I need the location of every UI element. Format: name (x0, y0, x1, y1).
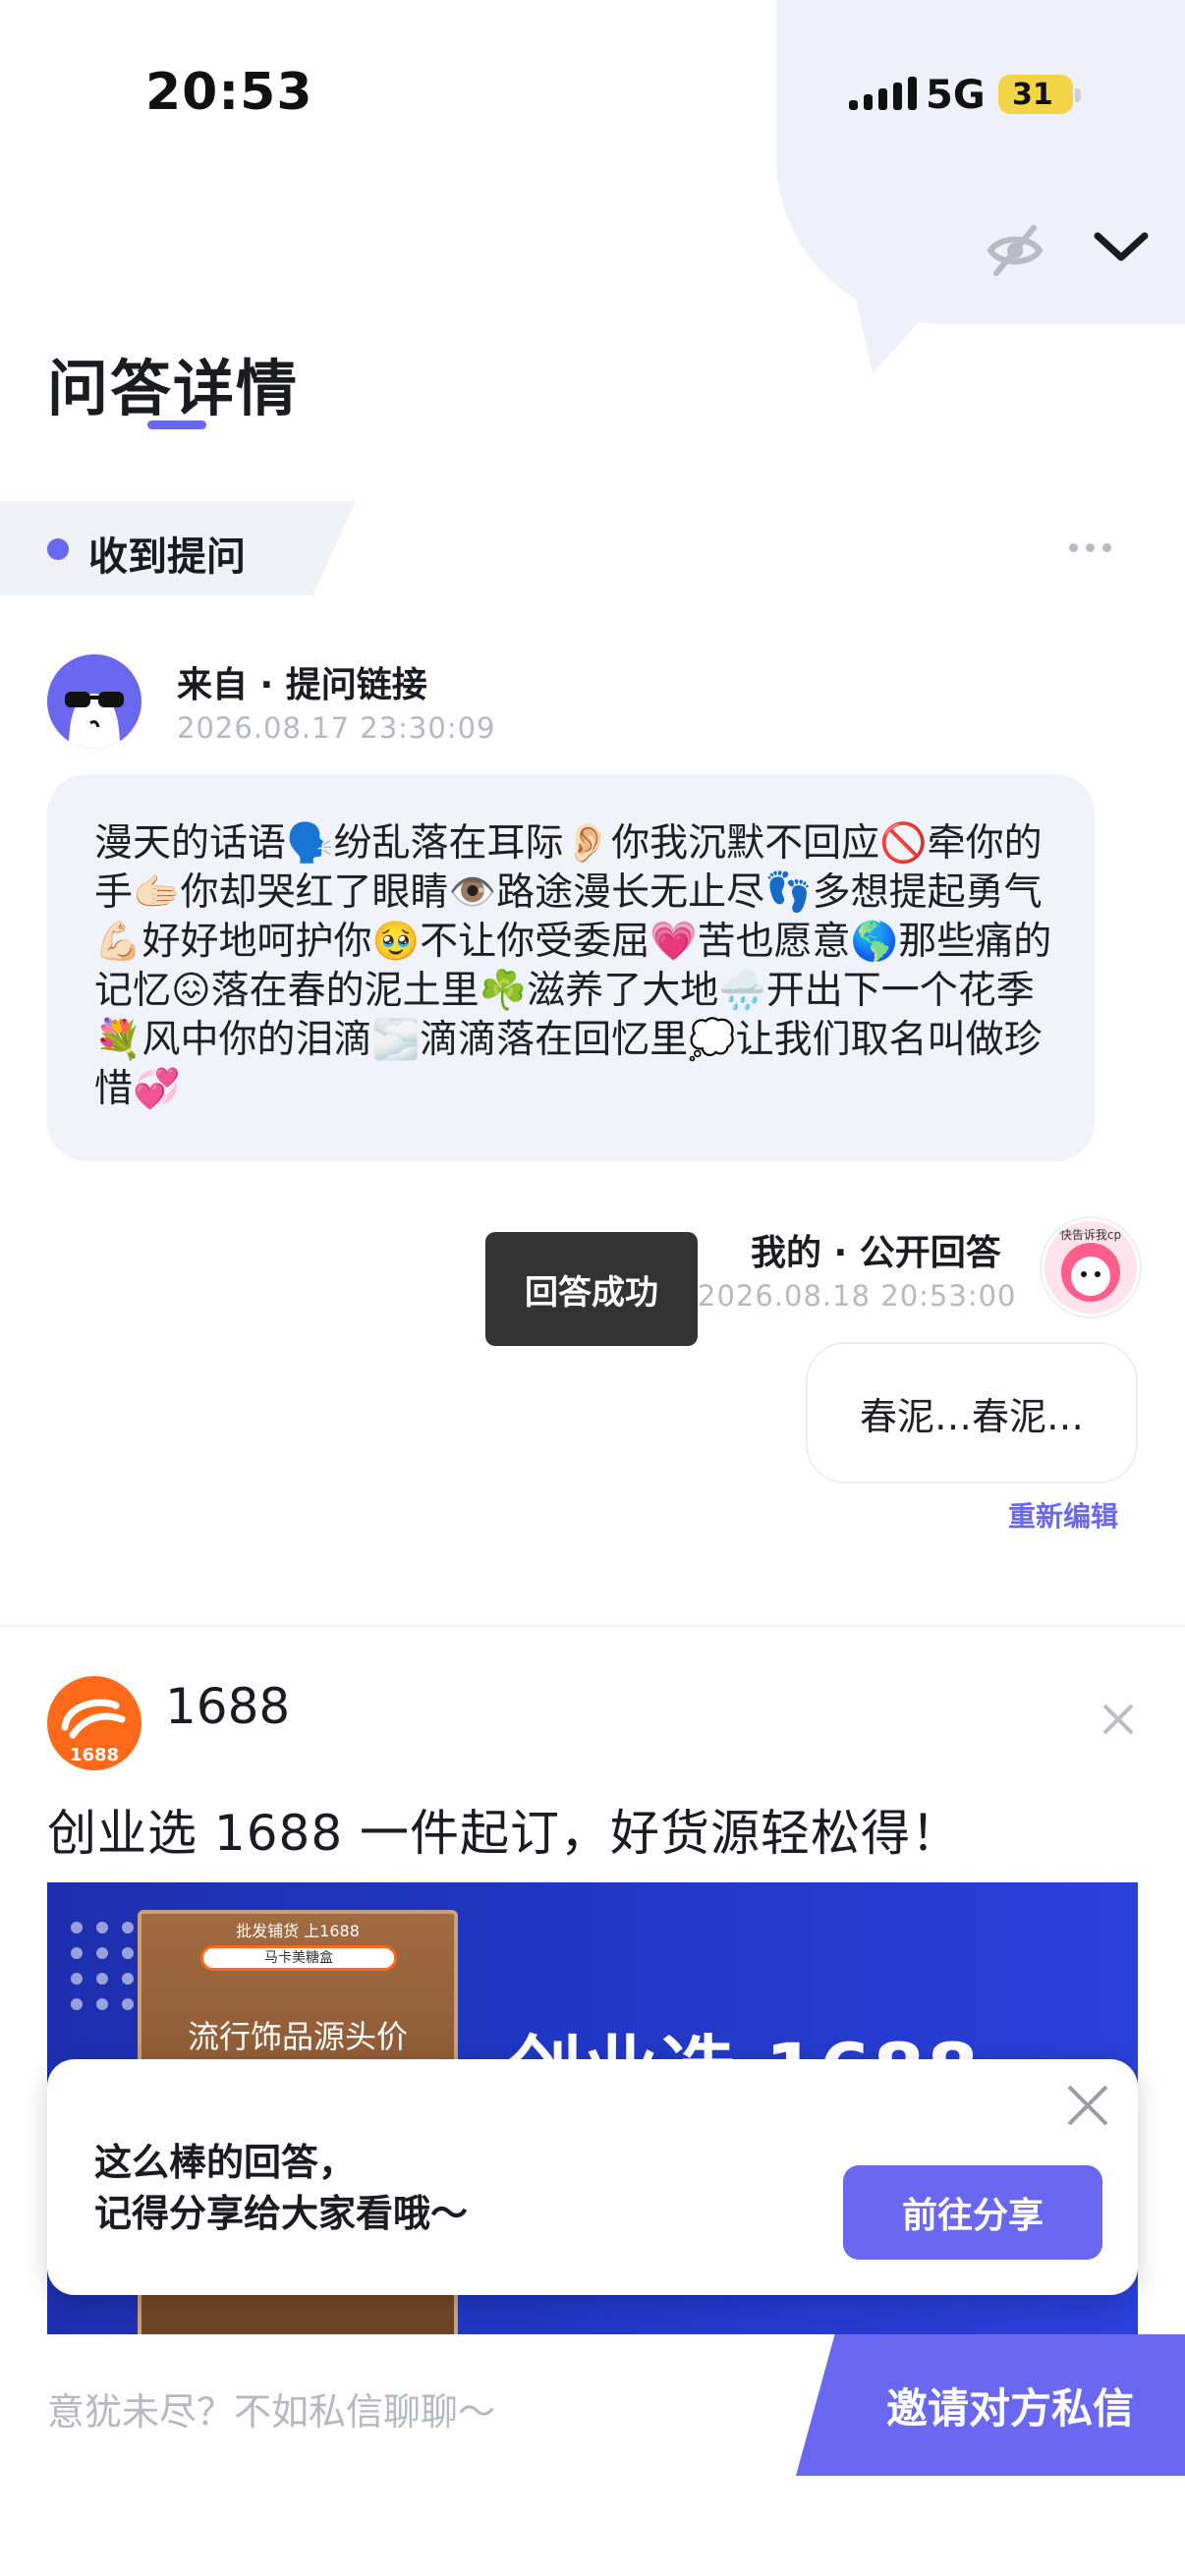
reedit-link[interactable]: 重新编辑 (1008, 1495, 1118, 1535)
ad-logo-text: 1688 (70, 1745, 119, 1765)
header-decoration-tail (855, 295, 943, 373)
ad-close-icon[interactable] (1099, 1700, 1138, 1743)
question-source: 来自 · 提问链接 (177, 665, 427, 705)
answerer-avatar[interactable]: 快告诉我cp (1042, 1218, 1140, 1316)
more-icon[interactable] (1069, 543, 1111, 552)
invite-message-button[interactable]: 邀请对方私信 (796, 2334, 1185, 2476)
question-time: 2026.08.17 23:30:09 (177, 711, 496, 745)
ad-logo[interactable]: 1688 (47, 1676, 141, 1770)
answer-label: 我的 · 公开回答 (751, 1233, 1001, 1273)
signal-icon (849, 77, 917, 110)
share-text-line1: 这么棒的回答， (94, 2141, 357, 2184)
answer-bubble: 春泥…春泥… (806, 1342, 1138, 1484)
bottom-hint[interactable]: 意犹未尽？不如私信聊聊～ (47, 2381, 495, 2436)
question-text: 漫天的话语🗣️纷乱落在耳际👂🏻你我沉默不回应🚫牵你的手🫱🏻你却哭红了眼睛👁️路途… (94, 821, 1052, 1111)
ad-brand: 1688 (165, 1678, 291, 1735)
answer-text: 春泥…春泥… (859, 1394, 1084, 1438)
answer-time: 2026.08.18 20:53:00 (698, 1279, 1017, 1313)
ad-product-top: 批发铺货 上1688 (236, 1922, 360, 1940)
ad-product-tag: 流行饰品源头价 (187, 2018, 408, 2055)
section-label: 收到提问 (88, 534, 246, 580)
success-toast: 回答成功 (485, 1232, 698, 1346)
chevron-down-icon[interactable] (1087, 216, 1156, 275)
battery-level: 31 (1012, 77, 1053, 112)
network-label: 5G (926, 73, 986, 118)
ad-dots (71, 1922, 134, 2010)
battery-tip (1075, 88, 1081, 102)
share-close-icon[interactable] (1063, 2081, 1112, 2134)
ad-product-search: 马卡美糖盒 (200, 1945, 397, 1971)
section-dot (47, 538, 69, 560)
divider (0, 1625, 1185, 1627)
share-button[interactable]: 前往分享 (843, 2165, 1102, 2260)
title-underline (147, 420, 206, 429)
answerer-avatar-text: 快告诉我cp (1060, 1228, 1121, 1242)
eye-off-icon[interactable] (981, 216, 1049, 285)
battery-icon: 31 (998, 75, 1073, 114)
share-text-line2: 记得分享给大家看哦～ (94, 2192, 469, 2235)
status-time: 20:53 (145, 63, 313, 122)
asker-avatar[interactable] (47, 654, 141, 749)
page-title: 问答详情 (47, 353, 300, 424)
ad-title[interactable]: 创业选 1688 一件起订，好货源轻松得！ (47, 1794, 961, 1865)
